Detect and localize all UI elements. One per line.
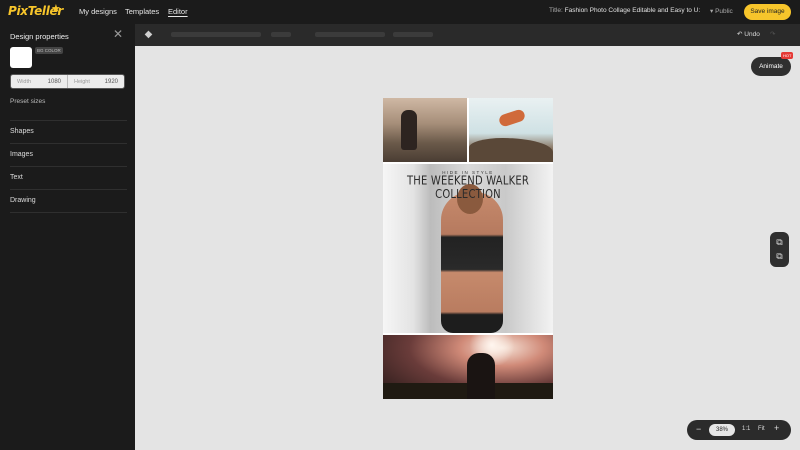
zoom-bar: − 38% 1:1 Fit +: [687, 420, 791, 440]
silhouette-figure: [467, 353, 495, 399]
visibility-dropdown[interactable]: ▾ Public: [710, 7, 733, 15]
sidebar-item-drawing[interactable]: Drawing: [10, 197, 127, 204]
disabled-tools: [271, 32, 291, 37]
chevron-down-icon: ▾: [710, 8, 714, 15]
bring-forward-icon[interactable]: ⧉: [774, 237, 785, 248]
visibility-label: Public: [715, 8, 733, 15]
dimension-fields: Width 1080 Height 1920: [10, 74, 125, 89]
photo-hiker[interactable]: [383, 98, 467, 162]
save-image-button[interactable]: Save image: [744, 4, 791, 20]
design-title[interactable]: Title: Fashion Photo Collage Editable an…: [549, 7, 700, 14]
star-icon: ★: [51, 3, 61, 15]
divider: [10, 212, 127, 213]
nav-editor[interactable]: Editor: [168, 7, 188, 16]
bg-color-swatch[interactable]: [10, 47, 32, 68]
sidebar-title: Design properties: [10, 32, 69, 41]
sidebar-item-text[interactable]: Text: [10, 174, 127, 181]
sidebar-item-images[interactable]: Images: [10, 151, 127, 158]
title-input[interactable]: Fashion Photo Collage Editable and Easy …: [565, 7, 701, 14]
pixteller-logo[interactable]: PixTeller ★: [8, 3, 63, 20]
preset-sizes-link[interactable]: Preset sizes: [10, 98, 45, 105]
close-icon[interactable]: ✕: [113, 28, 125, 40]
undo-label: Undo: [744, 31, 760, 38]
disabled-tools: [171, 32, 261, 37]
photo-model[interactable]: HIDE IN STYLE THE WEEKEND WALKER COLLECT…: [383, 164, 553, 333]
photo-jump[interactable]: [469, 98, 553, 162]
redo-icon: ↷: [770, 31, 776, 38]
disabled-tools: [315, 32, 385, 37]
hot-badge: HOT: [781, 52, 794, 59]
top-bar: PixTeller ★ My designs Templates Editor …: [0, 0, 800, 24]
side-tools: ⧉ ⧉: [770, 232, 789, 267]
zoom-1-1-button[interactable]: 1:1: [742, 426, 750, 432]
sidebar-item-shapes[interactable]: Shapes: [10, 128, 127, 135]
bg-color-tag: BG COLOR: [35, 47, 63, 54]
undo-button[interactable]: ↶ Undo: [737, 30, 760, 38]
undo-icon: ↶: [737, 31, 743, 38]
hiker-figure: [401, 110, 417, 150]
zoom-fit-button[interactable]: Fit: [758, 426, 765, 432]
animate-button[interactable]: Animate: [751, 57, 791, 76]
width-label: Width: [17, 78, 32, 85]
title-label: Title:: [549, 7, 563, 14]
jumper-figure: [497, 108, 527, 128]
editor-toolbar: ◆: [135, 24, 800, 46]
height-field[interactable]: Height 1920: [67, 75, 124, 88]
redo-button[interactable]: ↷: [770, 30, 775, 38]
height-label: Height: [74, 78, 90, 85]
photo-sunset[interactable]: [383, 335, 553, 399]
disabled-tools: [393, 32, 433, 37]
layers-icon[interactable]: ◆: [143, 29, 154, 40]
design-canvas[interactable]: HIDE IN STYLE THE WEEKEND WALKER COLLECT…: [383, 98, 553, 399]
zoom-out-icon[interactable]: −: [696, 424, 701, 434]
divider: [10, 143, 127, 144]
width-value[interactable]: 1080: [48, 79, 61, 85]
nav-templates[interactable]: Templates: [125, 7, 159, 16]
width-field[interactable]: Width 1080: [11, 75, 67, 88]
nav-my-designs[interactable]: My designs: [79, 7, 117, 16]
send-backward-icon[interactable]: ⧉: [774, 251, 785, 262]
zoom-in-icon[interactable]: +: [774, 423, 779, 433]
divider: [10, 189, 127, 190]
divider: [10, 120, 127, 121]
divider: [10, 166, 127, 167]
sidebar: Design properties ✕ BG COLOR Width 1080 …: [0, 24, 135, 450]
zoom-value[interactable]: 38%: [709, 424, 735, 436]
overlay-title-text[interactable]: THE WEEKEND WALKER COLLECTION: [383, 174, 553, 202]
rock-shape: [469, 138, 553, 162]
height-value[interactable]: 1920: [105, 79, 118, 85]
